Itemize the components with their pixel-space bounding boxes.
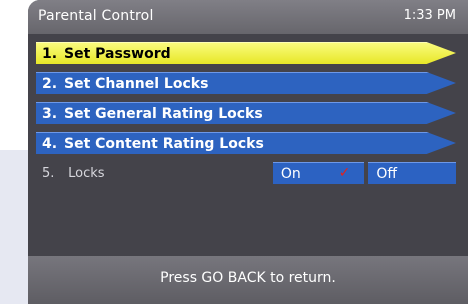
- menu-item-number: 1.: [42, 45, 58, 62]
- menu-item-label: Set Channel Locks: [64, 75, 209, 92]
- locks-on-label: On: [280, 165, 301, 182]
- title-bar: Parental Control 1:33 PM: [28, 0, 468, 34]
- menu-item-set-password[interactable]: 1. Set Password: [36, 42, 456, 64]
- menu-item-set-content-rating-locks[interactable]: 4. Set Content Rating Locks: [36, 132, 456, 154]
- menu-item-label: Set Content Rating Locks: [64, 135, 264, 152]
- menu-item-set-general-rating-locks[interactable]: 3. Set General Rating Locks: [36, 102, 456, 124]
- parental-control-screen: Parental Control 1:33 PM 1. Set Password…: [28, 0, 468, 304]
- screen-title: Parental Control: [38, 8, 154, 24]
- locks-off-label: Off: [376, 165, 398, 182]
- check-icon: ✓: [338, 165, 351, 181]
- menu-panel: 1. Set Password 2. Set Channel Locks 3. …: [28, 34, 468, 256]
- locks-label-text: Locks: [68, 165, 105, 181]
- menu-item-label: Set Password: [64, 45, 171, 62]
- menu-item-label: Set General Rating Locks: [64, 105, 263, 122]
- footer-hint: Press GO BACK to return.: [160, 270, 336, 286]
- menu-item-set-channel-locks[interactable]: 2. Set Channel Locks: [36, 72, 456, 94]
- locks-on-option[interactable]: On ✓: [272, 162, 365, 184]
- locks-number: 5.: [42, 165, 55, 181]
- locks-row: 5. Locks On ✓ Off: [36, 162, 456, 184]
- menu-item-number: 3.: [42, 105, 58, 122]
- menu-item-number: 4.: [42, 135, 58, 152]
- clock: 1:33 PM: [403, 8, 456, 23]
- footer-bar: Press GO BACK to return.: [28, 256, 468, 304]
- locks-off-option[interactable]: Off: [368, 162, 456, 184]
- menu-item-number: 2.: [42, 75, 58, 92]
- locks-label: 5. Locks: [36, 166, 273, 181]
